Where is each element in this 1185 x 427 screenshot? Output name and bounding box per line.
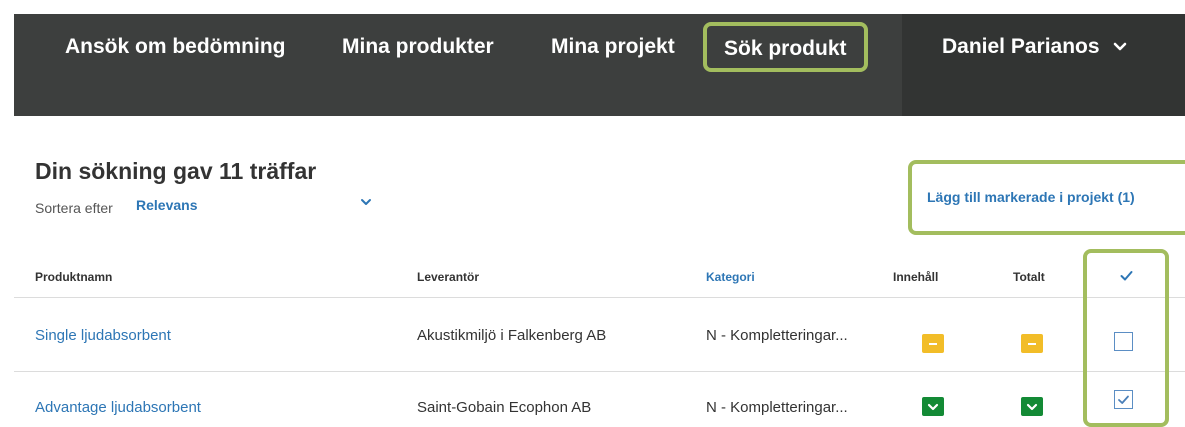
category-cell: N - Kompletteringar...	[706, 327, 848, 344]
total-status-badge	[1021, 334, 1043, 353]
select-column-highlight	[1083, 249, 1169, 427]
column-header-name: Produktnamn	[35, 270, 113, 284]
category-cell: N - Kompletteringar...	[706, 399, 848, 416]
product-name-link[interactable]: Advantage ljudabsorbent	[35, 399, 201, 416]
column-header-total: Totalt	[1013, 270, 1045, 284]
sort-label: Sortera efter	[35, 200, 113, 216]
supplier-cell: Akustikmiljö i Falkenberg AB	[417, 327, 607, 344]
content-status-badge	[922, 397, 944, 416]
nav-item-search-product[interactable]: Sök produkt	[703, 22, 868, 72]
chevron-down-icon[interactable]	[360, 196, 372, 208]
total-status-badge	[1021, 397, 1043, 416]
minus-icon	[1028, 342, 1036, 345]
divider	[14, 371, 1185, 372]
results-title: Din sökning gav 11 träffar	[35, 158, 317, 184]
product-name-link[interactable]: Single ljudabsorbent	[35, 327, 171, 344]
content-status-badge	[922, 334, 944, 353]
chevron-down-icon	[1114, 43, 1127, 51]
column-header-supplier: Leverantör	[417, 270, 480, 284]
user-name: Daniel Parianos	[942, 35, 1100, 58]
add-to-project-link[interactable]: Lägg till markerade i projekt (1)	[927, 189, 1135, 205]
sort-select[interactable]: Relevans	[136, 197, 197, 213]
column-header-content: Innehåll	[893, 270, 939, 284]
chevron-down-icon	[1026, 403, 1038, 410]
nav-item-my-projects[interactable]: Mina projekt	[551, 0, 675, 102]
nav-item-my-products[interactable]: Mina produkter	[342, 0, 494, 102]
column-header-category[interactable]: Kategori	[706, 270, 755, 284]
nav-item-apply-assessment[interactable]: Ansök om bedömning	[65, 0, 286, 102]
minus-icon	[929, 342, 937, 345]
user-menu-button[interactable]: Daniel Parianos	[942, 0, 1127, 102]
chevron-down-icon	[927, 403, 939, 410]
supplier-cell: Saint-Gobain Ecophon AB	[417, 399, 592, 416]
divider	[14, 297, 1185, 298]
